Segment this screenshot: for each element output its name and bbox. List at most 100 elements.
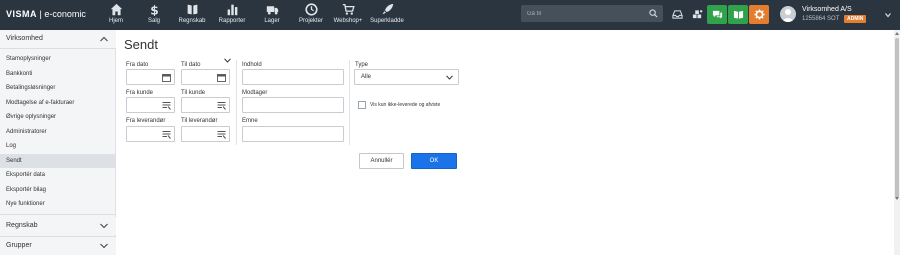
modtager-field[interactable] <box>242 97 344 113</box>
inbox-icon <box>671 10 683 19</box>
home-icon <box>110 3 122 16</box>
nav-label: Superkladde <box>370 18 404 24</box>
scrollbar-thumb[interactable] <box>895 38 899 198</box>
sidebar-item-ovrige-oplysninger[interactable]: Øvrige oplysninger <box>0 110 116 124</box>
label-fra-dato: Fra dato <box>126 62 149 68</box>
sidebar-item-betalingslosninger[interactable]: Betalingsløsninger <box>0 81 116 95</box>
label-indhold: Indhold <box>242 62 262 68</box>
search-box[interactable] <box>521 5 663 22</box>
chevron-down-icon[interactable] <box>885 12 891 18</box>
column-divider <box>236 60 237 145</box>
nav-superkladde[interactable]: Superkladde <box>366 0 408 30</box>
fra-leverandor-field[interactable] <box>126 126 175 142</box>
cancel-button[interactable]: Annullér <box>359 153 404 169</box>
sidebar-item-nye-funktioner[interactable]: Nye funktioner <box>0 197 116 211</box>
fra-dato-field[interactable] <box>126 69 175 85</box>
integrations-button[interactable] <box>687 5 707 24</box>
chevron-up-icon <box>100 36 108 42</box>
chevron-down-icon <box>446 75 453 80</box>
visma-logo[interactable]: VISMA | e-conomic <box>6 9 86 19</box>
company-id: 1255864 SOT <box>802 16 840 22</box>
sidebar-section-grupper[interactable]: Grupper <box>0 237 116 255</box>
nav-label: Webshop+ <box>333 18 363 24</box>
search-icon[interactable] <box>649 9 658 18</box>
sidebar-section-label: Regnskab <box>6 222 38 229</box>
dollar-icon: $ <box>150 3 158 16</box>
sidebar-item-bankkonti[interactable]: Bankkonti <box>0 67 116 81</box>
scroll-up-arrow-icon[interactable] <box>895 31 899 36</box>
sidebar-section-label: Grupper <box>6 242 32 249</box>
ok-button[interactable]: OK <box>411 153 457 169</box>
only-undelivered-checkbox[interactable] <box>358 101 366 109</box>
sidebar-item-stamoplysninger[interactable]: Stamoplysninger <box>0 52 116 66</box>
list-lookup-icon[interactable] <box>162 130 171 139</box>
nav-webshop[interactable]: Webshop+ <box>330 0 366 30</box>
emne-field[interactable] <box>242 126 344 142</box>
label-emne: Emne <box>242 118 258 124</box>
list-lookup-icon[interactable] <box>217 101 226 110</box>
nav-label: Hjem <box>108 18 123 24</box>
list-lookup-icon[interactable] <box>162 101 171 110</box>
chevron-down-icon <box>100 243 108 249</box>
nav-label: Rapporter <box>218 18 246 24</box>
sidebar-section-virksomhed[interactable]: Virksomhed <box>0 30 116 48</box>
type-select[interactable]: Alle <box>354 69 459 85</box>
sidebar-item-modtagelse-e-fakturaer[interactable]: Modtagelse af e-fakturaer <box>0 96 116 110</box>
sidebar-section-regnskab[interactable]: Regnskab <box>0 217 116 235</box>
divider <box>0 48 116 49</box>
nav-projekter[interactable]: Projekter <box>292 0 330 30</box>
nav-label: Lager <box>264 18 280 24</box>
chat-button[interactable] <box>707 5 727 24</box>
settings-button[interactable] <box>749 5 769 24</box>
search-input[interactable] <box>527 7 637 20</box>
nav-salg[interactable]: $ Salg <box>136 0 172 30</box>
sidebar-item-administratorer[interactable]: Administratorer <box>0 125 116 139</box>
main-nav: Hjem $ Salg Regnskab Rapporter Lager Pro… <box>96 0 408 30</box>
sidebar-item-eksporter-data[interactable]: Eksportér data <box>0 168 116 182</box>
label-til-dato: Til dato <box>181 62 201 68</box>
sidebar-item-sendt[interactable]: Sendt <box>0 154 116 168</box>
sidebar-item-log[interactable]: Log <box>0 139 116 153</box>
page-title: Sendt <box>124 37 158 52</box>
help-book-button[interactable] <box>728 5 748 24</box>
bar-chart-icon <box>227 4 237 16</box>
chevron-down-icon <box>100 223 108 229</box>
til-kunde-field[interactable] <box>181 97 230 113</box>
clock-icon <box>304 3 318 16</box>
fra-kunde-field[interactable] <box>126 97 175 113</box>
only-undelivered-label[interactable]: Vis kun ikke-leverede og afviste <box>370 102 440 108</box>
truck-icon <box>266 6 278 15</box>
label-til-kunde: Til kunde <box>181 90 206 96</box>
nav-regnskab[interactable]: Regnskab <box>172 0 212 30</box>
til-leverandor-field[interactable] <box>181 126 230 142</box>
chevron-down-icon[interactable] <box>224 58 231 63</box>
chat-icon <box>712 10 722 19</box>
label-type: Type <box>355 62 369 68</box>
puzzle-icon <box>692 10 702 19</box>
company-name[interactable]: Virksomhed A/S <box>802 6 852 13</box>
indhold-field[interactable] <box>242 69 344 85</box>
nav-label: Salg <box>147 18 160 24</box>
sidebar-item-eksporter-bilag[interactable]: Eksportér bilag <box>0 183 116 197</box>
calendar-icon[interactable] <box>162 73 171 82</box>
calendar-icon[interactable] <box>217 73 226 82</box>
label-fra-leverandor: Fra leverandør <box>126 118 166 124</box>
type-select-value: Alle <box>361 74 372 80</box>
nav-rapporter[interactable]: Rapporter <box>212 0 252 30</box>
nav-hjem[interactable]: Hjem <box>96 0 136 30</box>
user-icon <box>782 9 794 22</box>
til-dato-field[interactable] <box>181 69 230 85</box>
label-fra-kunde: Fra kunde <box>126 90 154 96</box>
scroll-down-arrow-icon[interactable] <box>895 196 899 201</box>
inbox-button[interactable] <box>667 5 687 24</box>
book-icon <box>187 4 197 15</box>
avatar[interactable] <box>780 6 796 22</box>
divider <box>0 214 116 215</box>
svg-text:$: $ <box>150 3 158 16</box>
admin-badge: ADMIN <box>844 15 867 23</box>
nav-label: Projekter <box>298 18 323 24</box>
nav-lager[interactable]: Lager <box>252 0 292 30</box>
list-lookup-icon[interactable] <box>217 130 226 139</box>
sidebar-section-label: Virksomhed <box>6 35 43 42</box>
cart-icon <box>342 3 355 15</box>
